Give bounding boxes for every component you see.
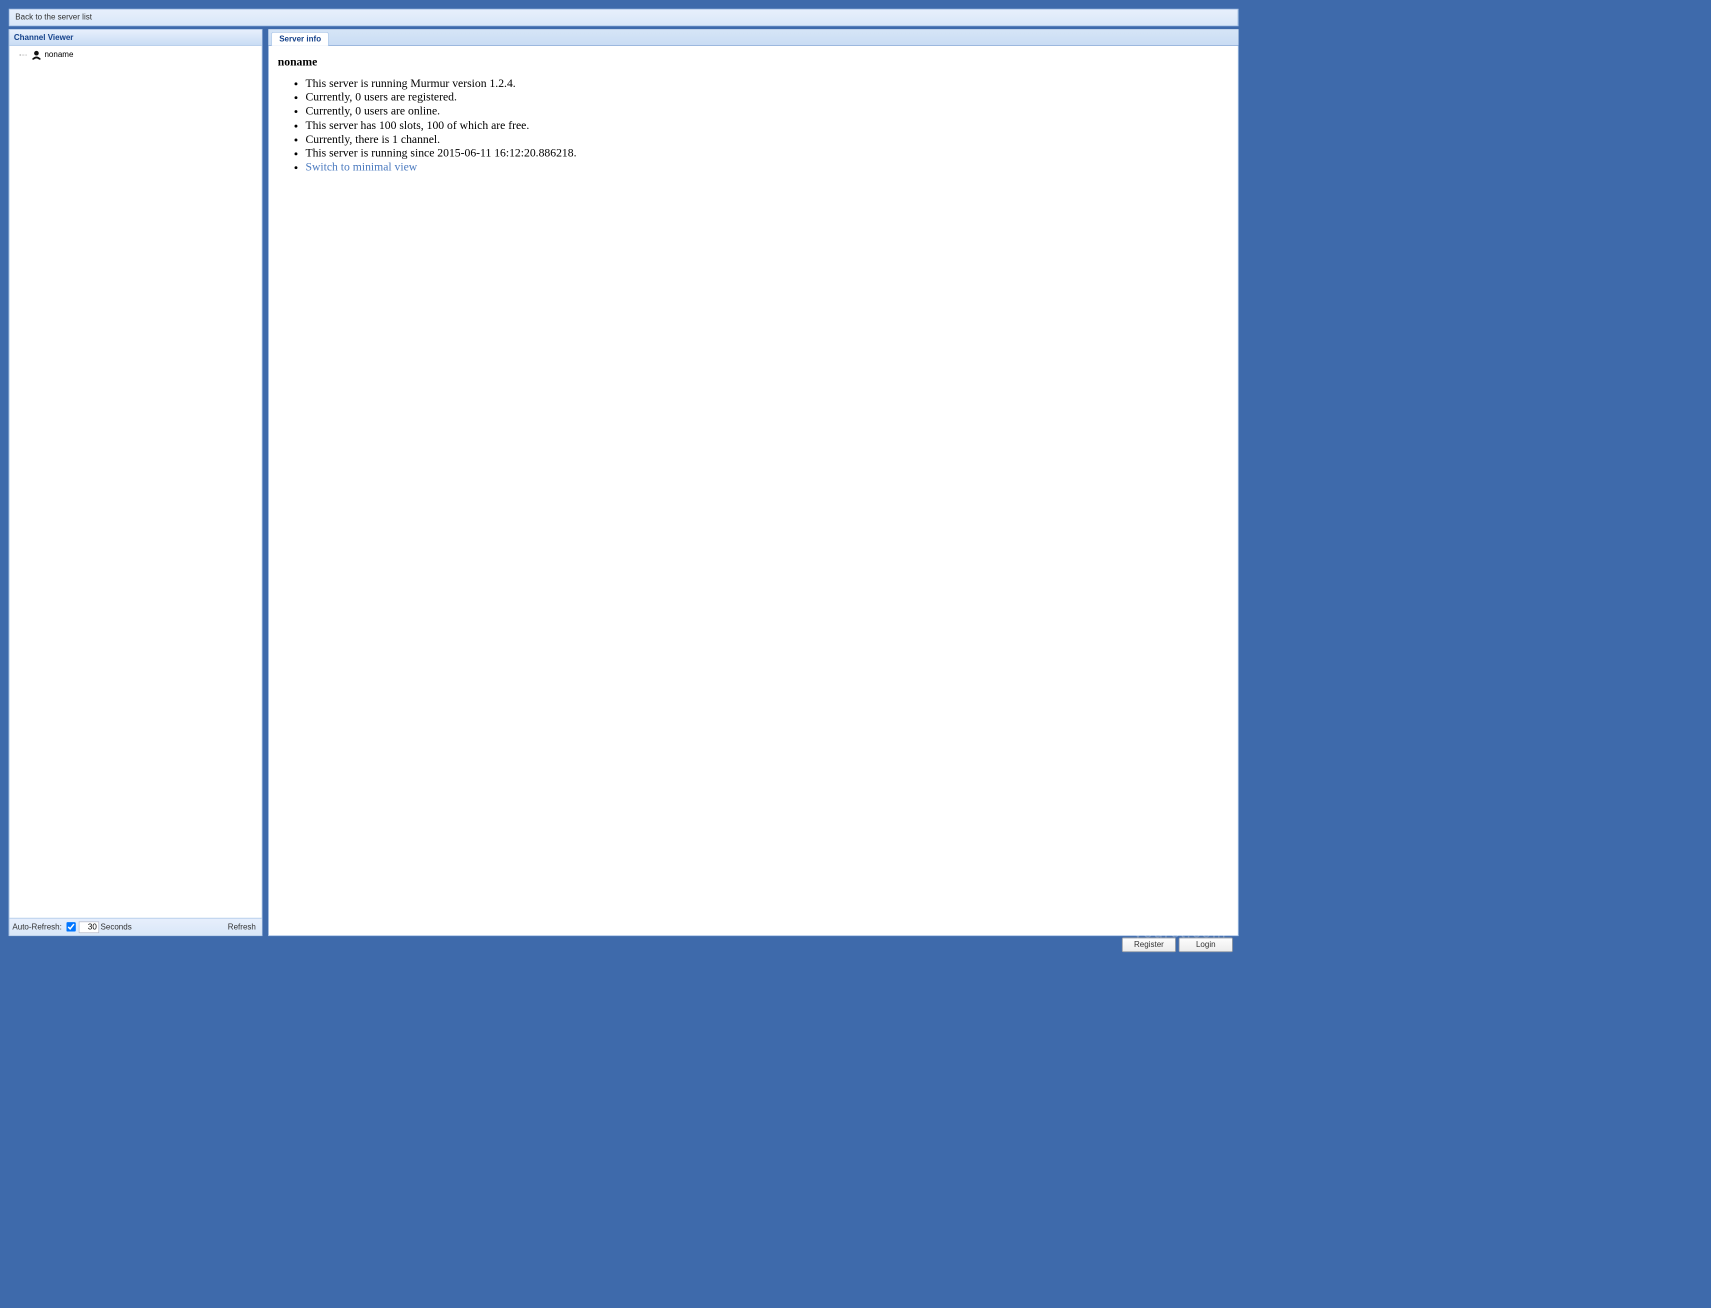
tab-server-info[interactable]: Server info bbox=[271, 32, 329, 46]
tree-root-label: noname bbox=[44, 50, 73, 59]
top-bar: Back to the server list bbox=[9, 9, 1239, 26]
auto-refresh-checkbox[interactable] bbox=[66, 922, 75, 931]
tree-root-item[interactable]: noname bbox=[14, 49, 257, 61]
list-item: Switch to minimal view bbox=[305, 160, 1229, 174]
channel-viewer-header: Channel Viewer bbox=[9, 30, 261, 46]
server-name-heading: noname bbox=[278, 56, 1229, 69]
main-area: Channel Viewer noname Auto-Refresh: Seco… bbox=[9, 29, 1239, 936]
bottom-buttons: Register Login bbox=[1122, 937, 1233, 952]
list-item: This server has 100 slots, 100 of which … bbox=[305, 119, 1229, 133]
refresh-interval-input[interactable] bbox=[79, 921, 99, 933]
refresh-interval-unit: Seconds bbox=[101, 923, 132, 932]
register-button[interactable]: Register bbox=[1122, 937, 1176, 952]
channel-viewer-panel: Channel Viewer noname Auto-Refresh: Seco… bbox=[9, 29, 263, 936]
list-item: Currently, there is 1 channel. bbox=[305, 132, 1229, 146]
list-item: Currently, 0 users are online. bbox=[305, 105, 1229, 119]
minimal-view-link[interactable]: Switch to minimal view bbox=[305, 161, 417, 173]
refresh-button[interactable]: Refresh bbox=[225, 921, 259, 933]
auto-refresh-label: Auto-Refresh: bbox=[12, 923, 61, 932]
mumble-icon bbox=[31, 50, 41, 60]
list-item: This server is running Murmur version 1.… bbox=[305, 77, 1229, 91]
list-item: This server is running since 2015-06-11 … bbox=[305, 146, 1229, 160]
back-link[interactable]: Back to the server list bbox=[15, 13, 92, 22]
tab-strip: Server info bbox=[268, 29, 1238, 46]
sidebar-footer: Auto-Refresh: Seconds Refresh bbox=[9, 918, 261, 935]
server-info-content: noname This server is running Murmur ver… bbox=[268, 46, 1238, 936]
channel-tree: noname bbox=[9, 46, 261, 918]
tree-connector-icon bbox=[20, 54, 27, 55]
right-panel: Server info noname This server is runnin… bbox=[268, 29, 1238, 936]
server-info-list: This server is running Murmur version 1.… bbox=[278, 77, 1229, 175]
list-item: Currently, 0 users are registered. bbox=[305, 91, 1229, 105]
login-button[interactable]: Login bbox=[1179, 937, 1233, 952]
app-frame: Back to the server list Channel Viewer n… bbox=[9, 9, 1239, 936]
